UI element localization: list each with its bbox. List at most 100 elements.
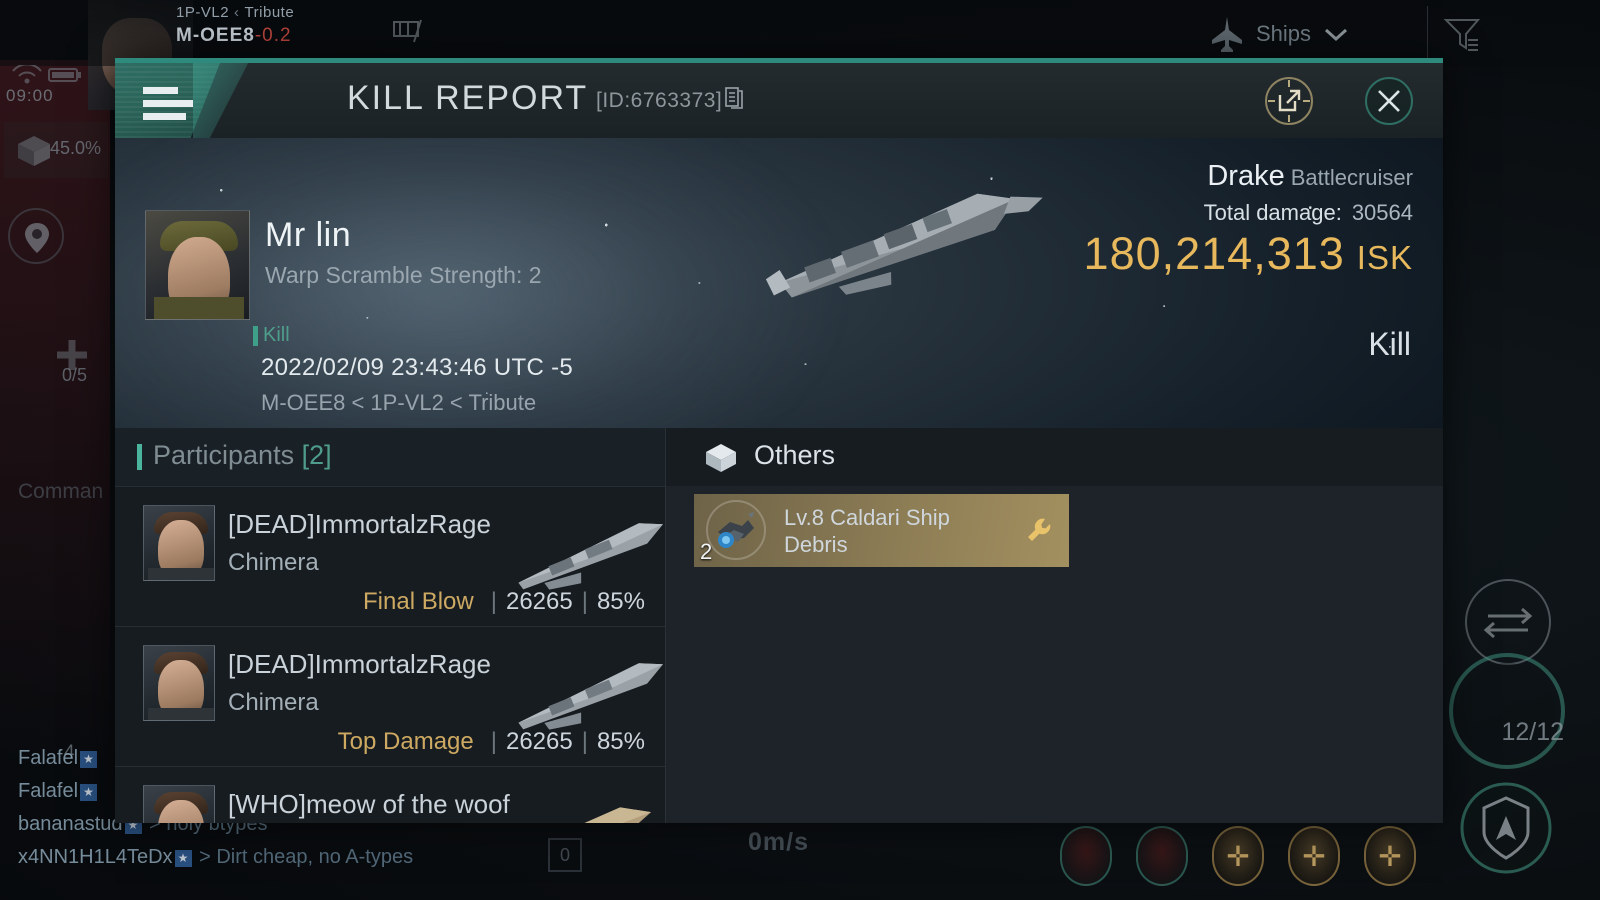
participant-damage: 26265 <box>505 588 573 615</box>
ship-name: Drake <box>1207 160 1285 192</box>
avatar <box>143 505 215 581</box>
ships-label: Ships <box>1256 21 1312 46</box>
ship-icon <box>1212 17 1242 52</box>
status-badge: Kill <box>253 324 290 346</box>
flag-icon <box>393 19 422 43</box>
star-badge-icon: ★ <box>174 850 192 867</box>
avatar <box>145 210 250 320</box>
share-report-button[interactable] <box>1265 77 1313 125</box>
victim-ship-render <box>765 193 1043 298</box>
wifi-icon <box>12 65 42 84</box>
participant-damage: 26265 <box>505 728 573 755</box>
modal-titlebar: KILL REPORT [ID:6763373] <box>115 63 1443 138</box>
chevron-left-icon: ‹ <box>234 4 240 21</box>
location-pin-icon <box>25 223 49 253</box>
victim-banner: Mr lin Warp Scramble Strength: 2 Kill 20… <box>115 138 1443 428</box>
page-title: KILL REPORT <box>347 79 589 117</box>
participants-header: Participants [2] <box>115 428 665 486</box>
list-item[interactable]: [DEAD]ImmortalzRage Chimera Final Blow | 2… <box>115 486 665 626</box>
avatar: ★ <box>143 785 215 823</box>
cargo-percent: 45.0% <box>50 138 102 158</box>
victim-name: Mr lin <box>265 216 352 254</box>
participant-tag: Final Blow <box>363 588 474 615</box>
module-slot[interactable]: ✛ <box>1212 826 1264 886</box>
item-quantity: 2 <box>700 539 713 564</box>
copy-icon[interactable] <box>725 87 743 109</box>
list-item[interactable]: [DEAD]ImmortalzRage Chimera Top Damage | 2… <box>115 626 665 766</box>
region-parent: Tribute <box>244 4 295 21</box>
titlebar-accent-edge <box>193 63 249 138</box>
module-slot[interactable]: ✛ <box>1364 826 1416 886</box>
screen: 1P-VL2 ‹ Tribute M-OEE8-0.2 Ships 09:00 … <box>0 0 1600 900</box>
participant-name: [DEAD]ImmortalzRage <box>228 509 491 539</box>
list-item[interactable]: ★ [WHO]meow of the woof Worm <box>115 766 665 823</box>
star-badge-icon: ★ <box>80 784 98 801</box>
participant-ship: Chimera <box>228 689 319 716</box>
report-id: [ID:6763373] <box>596 89 723 112</box>
ships-dropdown[interactable]: Ships <box>1210 12 1420 56</box>
verdict-label: Kill <box>1368 326 1411 362</box>
cube-icon <box>706 444 736 472</box>
isk-unit: ISK <box>1356 239 1413 276</box>
others-panel: Others 2 Lv.8 Caldari Ship Debris <box>665 428 1443 823</box>
command-label: Comman <box>18 480 104 503</box>
drone-bay-indicator[interactable] <box>1442 646 1572 776</box>
kill-report-modal: KILL REPORT [ID:6763373] Mr lin Warp Scr… <box>115 58 1443 823</box>
shield-nav-icon[interactable] <box>1456 778 1556 878</box>
kill-timestamp: 2022/02/09 23:43:46 UTC -5 <box>261 354 574 381</box>
participant-ship-icon <box>528 807 652 823</box>
participants-count: [2] <box>301 440 332 470</box>
hud-zero-badge: 0 <box>548 838 582 872</box>
close-x-icon <box>1378 90 1400 112</box>
isk-value-line: 180,214,313 ISK <box>1084 228 1413 280</box>
total-damage-value: 30564 <box>1351 200 1413 225</box>
ship-class: Battlecruiser <box>1290 165 1413 190</box>
star-badge-icon: ★ <box>80 751 98 768</box>
isk-value: 180,214,313 <box>1083 228 1345 279</box>
game-sidebar: 09:00 45.0% 0/5 Comman 4 <box>0 60 110 820</box>
module-slots[interactable]: ✛ ✛ ✛ <box>1060 826 1416 886</box>
breadcrumb: M-OEE8 < 1P-VL2 < Tribute <box>261 390 537 415</box>
cargo-box-icon <box>18 136 50 166</box>
filter-icon[interactable] <box>1442 14 1482 54</box>
participant-percent: 85% <box>596 728 645 755</box>
module-slot[interactable] <box>1136 826 1188 886</box>
participant-stats: Final Blow | 26265 | 85% <box>363 588 645 615</box>
chat-line: x4NN1H1L4TeDx ★ > Dirt cheap, no A-types <box>18 846 414 868</box>
total-damage-line: Total damage: 30564 <box>1204 200 1413 226</box>
system-name: M-OEE8 <box>176 25 255 46</box>
game-clock: 09:00 <box>6 86 54 105</box>
module-slot[interactable] <box>1060 826 1112 886</box>
drone-count: 12/12 <box>1501 718 1564 746</box>
chevron-down-icon[interactable] <box>1323 26 1349 42</box>
close-button[interactable] <box>1365 77 1413 125</box>
fleet-count: 0/5 <box>62 365 88 385</box>
speed-readout: 0m/s <box>748 828 809 856</box>
others-item[interactable]: 2 Lv.8 Caldari Ship Debris <box>694 494 1069 567</box>
total-damage-label: Total damage: <box>1203 200 1342 225</box>
ship-name-line: Drake Battlecruiser <box>1207 160 1413 193</box>
topbar-divider <box>1427 6 1428 58</box>
participant-stats: Top Damage | 26265 | 85% <box>337 728 645 755</box>
item-name: Lv.8 Caldari Ship Debris <box>784 505 950 557</box>
region-name: 1P-VL2 <box>176 4 230 21</box>
avatar <box>143 645 215 721</box>
participant-name: [WHO]meow of the woof <box>228 789 510 819</box>
others-title: Others <box>754 440 836 470</box>
participant-ship: Chimera <box>228 549 319 576</box>
participants-title: Participants <box>153 440 295 470</box>
modal-body: Participants [2] [DEAD]ImmortalzRage Chi… <box>115 428 1443 823</box>
participant-name: [DEAD]ImmortalzRage <box>228 649 491 679</box>
others-header: Others <box>666 428 1443 486</box>
wrench-icon[interactable] <box>1025 516 1053 544</box>
game-topbar: 1P-VL2 ‹ Tribute M-OEE8-0.2 Ships <box>0 0 1600 66</box>
participant-percent: 85% <box>596 588 645 615</box>
hamburger-menu-icon <box>143 87 193 126</box>
module-slot[interactable]: ✛ <box>1288 826 1340 886</box>
participant-tag: Top Damage <box>337 728 474 755</box>
security-status: -0.2 <box>254 25 292 46</box>
victim-subtitle: Warp Scramble Strength: 2 <box>265 262 542 288</box>
participants-panel: Participants [2] [DEAD]ImmortalzRage Chi… <box>115 428 665 823</box>
debris-thumb-icon <box>706 500 766 560</box>
system-info: 1P-VL2 ‹ Tribute M-OEE8-0.2 <box>176 4 294 47</box>
